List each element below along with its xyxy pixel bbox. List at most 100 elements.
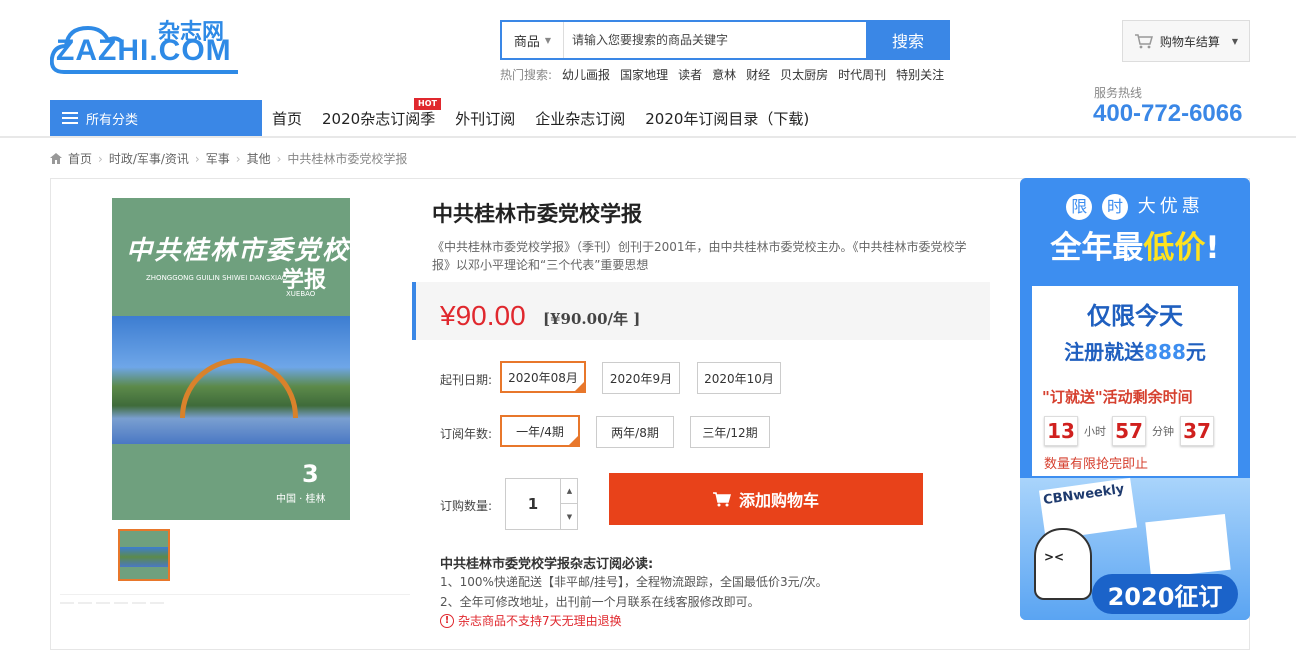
hot-keyword[interactable]: 时代周刊: [838, 66, 886, 83]
countdown-seconds: 37: [1180, 416, 1214, 446]
thumbnail-divider: [60, 594, 410, 595]
product-price-per-year: [¥90.00/年 ]: [543, 310, 641, 328]
return-warning: ! 杂志商品不支持7天无理由退换: [440, 612, 622, 629]
home-icon: [50, 153, 62, 164]
promo-text-highlight: 低价: [1143, 230, 1206, 266]
breadcrumb-item[interactable]: 首页: [68, 150, 92, 167]
duration-label: 订阅年数:: [440, 427, 493, 441]
product-price: ¥90.00: [440, 300, 526, 331]
hot-keyword[interactable]: 特别关注: [896, 66, 944, 83]
promo-char: 限: [1066, 194, 1093, 220]
breadcrumb-separator: ›: [235, 151, 241, 166]
logo-chinese: 杂志网: [158, 20, 225, 45]
promo-amount: 888: [1144, 340, 1186, 364]
nav-item-catalog[interactable]: 2020年订阅目录（下载): [635, 108, 819, 129]
breadcrumb-separator: ›: [194, 151, 200, 166]
cover-pinyin: ZHONGGONG GUILIN SHIWEI DANGXIAO: [146, 274, 288, 282]
cart-button[interactable]: 购物车结算 ▼: [1122, 20, 1250, 62]
hot-badge: HOT: [414, 97, 441, 110]
promo-badge: 2020征订: [1092, 574, 1238, 614]
nav-item-home[interactable]: 首页: [262, 108, 312, 129]
countdown-unit: 分钟: [1152, 425, 1174, 438]
duration-option-2[interactable]: 两年/8期: [596, 416, 674, 448]
promo-limited: 数量有限抢完即止: [1044, 457, 1149, 472]
product-thumbnail[interactable]: [118, 529, 170, 581]
hot-search: 热门搜索: 幼儿画报 国家地理 读者 意林 财经 贝太厨房 时代周刊 特别关注: [500, 66, 944, 83]
promo-banner[interactable]: 限 时 大优惠 全年最低价! 仅限今天 注册就送888元 "订就送"活动剩余时间…: [1020, 178, 1250, 620]
hot-keyword[interactable]: 国家地理: [620, 66, 668, 83]
product-cover-image[interactable]: 中共桂林市委党校 ZHONGGONG GUILIN SHIWEI DANGXIA…: [112, 198, 350, 520]
note-item: 2、全年可修改地址，出刊前一个月联系在线客服修改即可。: [440, 595, 760, 609]
hot-keyword[interactable]: 贝太厨房: [780, 66, 828, 83]
increment-icon[interactable]: ▲: [560, 479, 578, 504]
cart-label: 购物车结算: [1159, 34, 1220, 49]
promo-card: 仅限今天 注册就送888元 "订就送"活动剩余时间 13 小时 57 分钟 37…: [1032, 286, 1238, 476]
hot-keyword[interactable]: 幼儿画报: [562, 66, 610, 83]
quantity-input[interactable]: 1: [506, 479, 560, 529]
promo-text: 元: [1185, 340, 1206, 364]
menu-icon: [62, 109, 78, 127]
countdown-unit: 小时: [1084, 425, 1106, 438]
thumbnail-pager: [60, 602, 164, 604]
add-to-cart-label: 添加购物车: [738, 491, 819, 510]
cart-icon: [1134, 34, 1153, 49]
promo-char: 惠: [1181, 196, 1204, 217]
chevron-down-icon: ▼: [544, 35, 552, 45]
quantity-label: 订购数量:: [440, 499, 493, 513]
start-date-option-2[interactable]: 2020年9月: [602, 362, 680, 394]
nav-item-label: 2020杂志订阅季: [322, 109, 436, 128]
promo-headline: 限 时 大优惠: [1020, 192, 1250, 220]
promo-char: 优: [1159, 196, 1182, 217]
cover-xuebao-pinyin: XUEBAO: [286, 290, 316, 298]
countdown: 13 小时 57 分钟 37: [1044, 416, 1214, 446]
quantity-stepper: 1 ▲ ▼: [505, 478, 578, 530]
breadcrumb-current: 中共桂林市委党校学报: [287, 152, 408, 166]
hot-search-label: 热门搜索:: [500, 68, 553, 82]
breadcrumb-separator: ›: [98, 151, 103, 166]
promo-text: 注册就送: [1064, 340, 1145, 364]
add-to-cart-button[interactable]: 添加购物车: [609, 473, 923, 525]
search-input[interactable]: [564, 22, 866, 58]
notes-title: 中共桂林市委党校学报杂志订阅必读:: [440, 557, 654, 572]
duration-option-1[interactable]: 一年/4期: [500, 415, 580, 447]
promo-magazine-2: [1145, 513, 1231, 579]
decrement-icon[interactable]: ▼: [560, 504, 578, 529]
site-logo[interactable]: ZAZHI.COM 杂志网: [50, 14, 245, 76]
search-category-label: 商品: [513, 34, 540, 50]
all-categories-button[interactable]: 所有分类: [50, 100, 262, 136]
note-item: 1、100%快递配送【非平邮/挂号】，全程物流跟踪，全国最低价3元/次。: [440, 575, 828, 589]
promo-char: 时: [1102, 194, 1128, 220]
chevron-down-icon: ▼: [1231, 36, 1239, 46]
promo-activity: "订就送"活动剩余时间: [1042, 388, 1193, 406]
search-button[interactable]: 搜索: [866, 20, 950, 60]
cover-issue-number: 3: [302, 460, 319, 488]
nav-item-foreign[interactable]: 外刊订阅: [445, 108, 525, 129]
countdown-minutes: 57: [1112, 416, 1146, 446]
promo-lowest-price: 全年最低价!: [1020, 222, 1250, 267]
promo-today: 仅限今天: [1087, 302, 1183, 330]
nav-item-2020-season[interactable]: 2020杂志订阅季 HOT: [312, 97, 445, 129]
main-nav: 首页 2020杂志订阅季 HOT 外刊订阅 企业杂志订阅 2020年订阅目录（下…: [262, 97, 819, 136]
nav-divider: [0, 136, 1296, 138]
nav-item-enterprise[interactable]: 企业杂志订阅: [525, 108, 635, 129]
promo-text: !: [1205, 230, 1220, 266]
duration-option-3[interactable]: 三年/12期: [690, 416, 770, 448]
promo-register: 注册就送888元: [1032, 336, 1238, 365]
search-category-select[interactable]: 商品 ▼: [502, 22, 564, 58]
breadcrumb-item[interactable]: 军事: [206, 150, 230, 167]
hot-keyword[interactable]: 财经: [746, 66, 770, 83]
all-categories-label: 所有分类: [86, 112, 139, 128]
start-date-label: 起刊日期:: [440, 373, 493, 387]
product-title: 中共桂林市委党校学报: [432, 202, 642, 226]
breadcrumb-item[interactable]: 时政/军事/资讯: [109, 150, 189, 167]
hot-keyword[interactable]: 意林: [712, 66, 736, 83]
promo-text: 全年最: [1050, 230, 1144, 266]
promo-char: 大: [1137, 196, 1160, 217]
search-bar: 商品 ▼ 搜索: [500, 20, 950, 60]
hot-keyword[interactable]: 读者: [678, 66, 702, 83]
start-date-option-3[interactable]: 2020年10月: [697, 362, 781, 394]
start-date-option-1[interactable]: 2020年08月: [500, 361, 586, 393]
warning-icon: !: [440, 613, 454, 628]
cart-icon: [712, 491, 731, 506]
breadcrumb-item[interactable]: 其他: [247, 150, 271, 167]
